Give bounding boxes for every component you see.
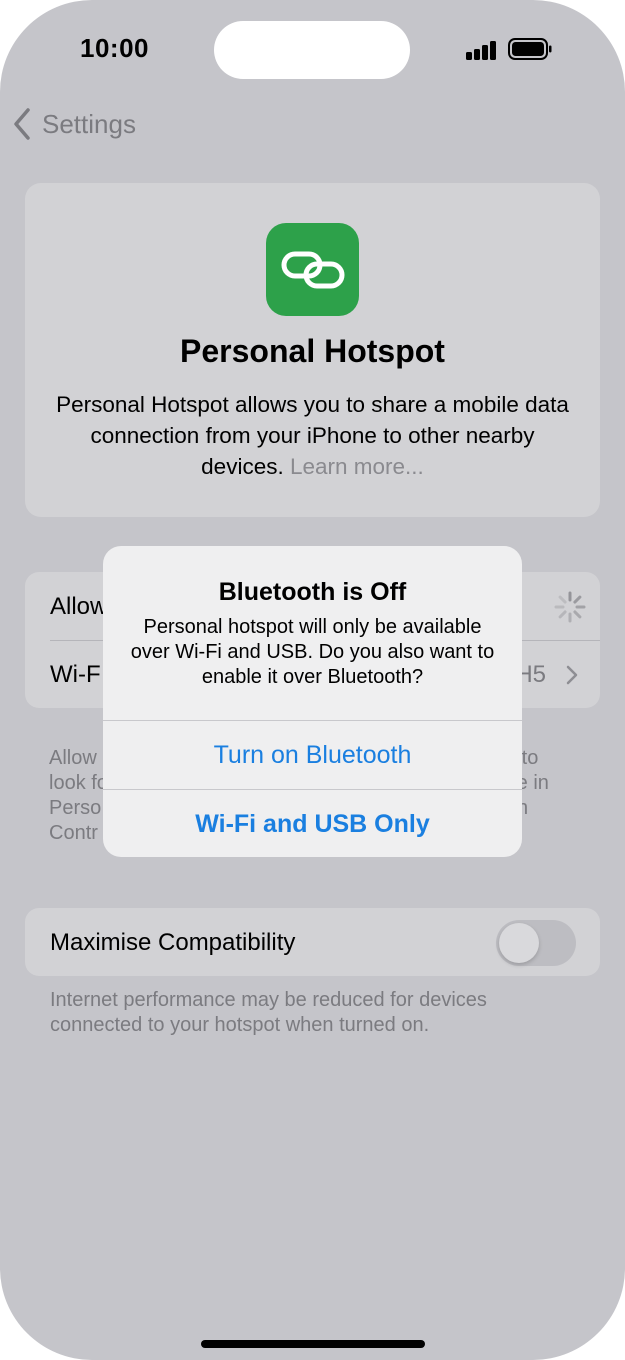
back-button[interactable]: Settings: [12, 104, 136, 144]
dynamic-island: [214, 21, 410, 79]
compatibility-group: Maximise Compatibility: [25, 908, 600, 976]
footnote-line-left: Allow: [49, 747, 97, 769]
footnote-line-left: Perso: [49, 797, 102, 819]
personal-hotspot-app-icon: [266, 223, 359, 316]
back-label: Settings: [42, 108, 136, 139]
wifi-password-label[interactable]: Wi-F: [50, 661, 101, 689]
cellular-signal-icon: [466, 40, 498, 60]
alert-title: Bluetooth is Off: [218, 578, 407, 606]
footnote-line-left: look fo: [49, 772, 108, 794]
loading-spinner-icon: [554, 591, 586, 623]
turn-on-bluetooth-button[interactable]: Turn on Bluetooth: [103, 721, 522, 789]
allow-others-label[interactable]: Allow: [50, 593, 107, 621]
hotspot-info-card: Personal Hotspot Personal Hotspot allows…: [25, 183, 600, 517]
wifi-usb-only-button[interactable]: Wi-Fi and USB Only: [103, 790, 522, 857]
page-title: Personal Hotspot: [180, 333, 445, 369]
maximise-compatibility-toggle[interactable]: [496, 920, 576, 966]
status-time: 10:00: [80, 33, 149, 63]
toggle-knob: [499, 923, 539, 963]
phone-screen: 10:00 Settings Personal Hotspot Personal…: [0, 0, 625, 1360]
bluetooth-off-alert: Bluetooth is Off Personal hotspot will o…: [103, 546, 522, 857]
maximise-compatibility-label: Maximise Compatibility: [50, 929, 296, 956]
chevron-right-icon: [566, 665, 578, 685]
compatibility-footnote: Internet performance may be reduced for …: [50, 989, 487, 1036]
link-icon: [281, 251, 344, 288]
battery-icon: [508, 38, 552, 60]
footnote-line-left: Contr: [49, 822, 98, 844]
chevron-left-icon: [14, 108, 30, 140]
learn-more-link[interactable]: Learn more...: [290, 454, 424, 479]
hero-description: Personal Hotspot allows you to share a m…: [55, 389, 570, 482]
home-indicator[interactable]: [201, 1340, 425, 1348]
alert-message: Personal hotspot will only be available …: [130, 616, 495, 688]
